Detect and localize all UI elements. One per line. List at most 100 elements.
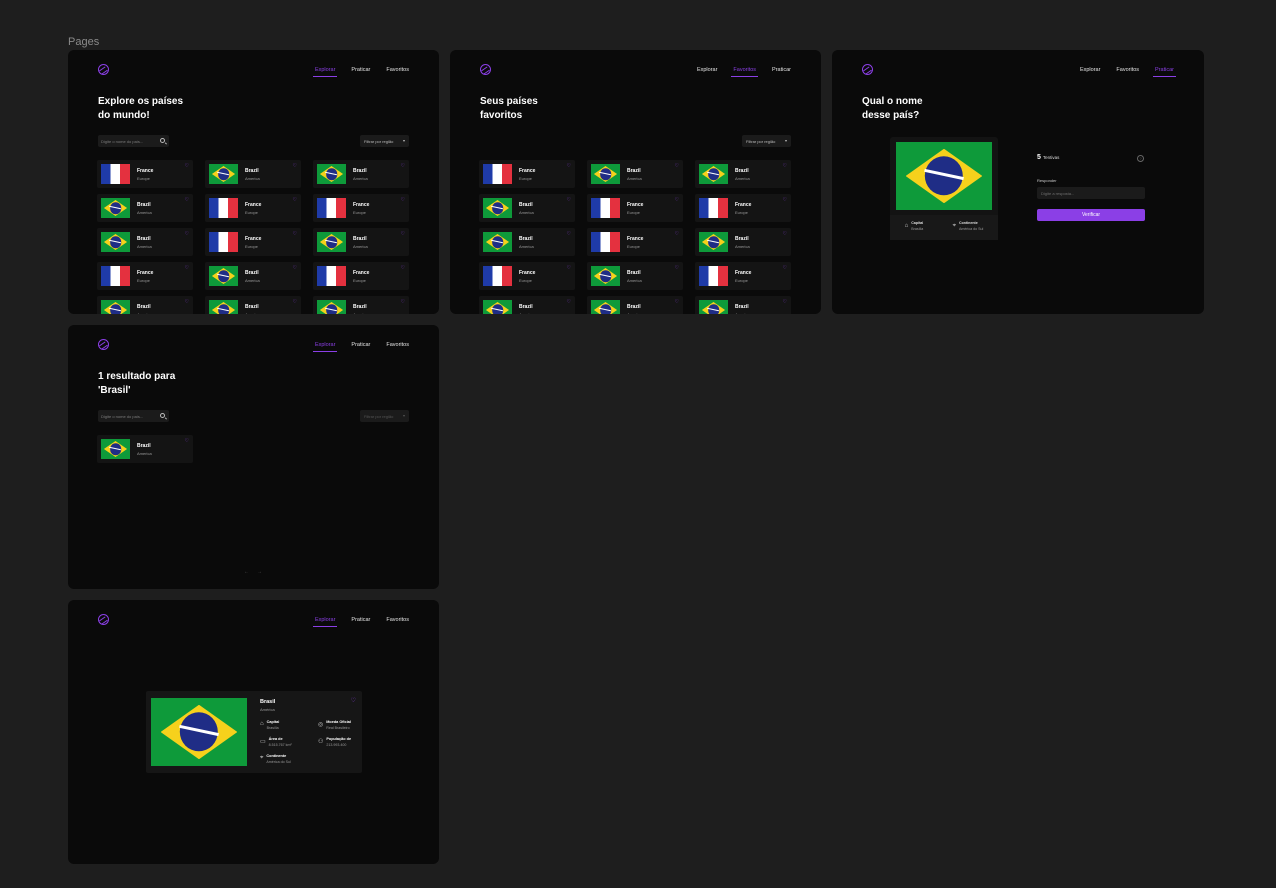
country-card[interactable]: France Europe ♡ [695,194,791,222]
heart-icon[interactable]: ♡ [675,231,679,237]
heart-icon[interactable]: ♡ [783,163,787,169]
country-card[interactable]: France Europe ♡ [587,228,683,256]
country-card[interactable]: France Europe ♡ [97,262,193,290]
heart-icon[interactable]: ♡ [185,265,189,271]
country-card[interactable]: Brazil America ♡ [97,194,193,222]
heart-icon[interactable]: ♡ [675,265,679,271]
heart-icon[interactable]: ♡ [567,299,571,305]
nav-explore[interactable]: Explorar [312,617,338,627]
nav-explore[interactable]: Explorar [312,67,338,77]
country-card[interactable]: Brazil America ♡ [205,160,301,188]
country-card[interactable]: Brazil America ♡ [313,160,409,188]
arrow-left-icon[interactable]: ← [244,569,249,575]
country-card[interactable]: Brazil America ♡ [695,160,791,188]
heart-icon[interactable]: ♡ [675,197,679,203]
heart-icon[interactable]: ♡ [351,697,356,704]
heart-icon[interactable]: ♡ [783,265,787,271]
country-card[interactable]: Brazil America ♡ [479,228,575,256]
nav-explore[interactable]: Explorar [697,67,717,73]
region-filter-select[interactable]: Filtrar por região ▾ [742,135,791,147]
heart-icon[interactable]: ♡ [401,197,405,203]
heart-icon[interactable]: ♡ [293,299,297,305]
country-card[interactable]: Brazil America ♡ [587,296,683,314]
heart-icon[interactable]: ♡ [675,163,679,169]
arrow-right-icon[interactable]: → [257,569,262,575]
help-circle-icon[interactable]: ? [1137,155,1144,162]
country-card[interactable]: France Europe ♡ [479,262,575,290]
nav-favorites[interactable]: Favoritos [386,342,409,348]
nav-practice[interactable]: Praticar [1153,67,1176,77]
globe-icon[interactable] [862,64,873,75]
search-placeholder: Digite o nome do país... [101,414,144,419]
nav-favorites[interactable]: Favoritos [1116,67,1139,73]
country-card[interactable]: Brazil America ♡ [97,435,193,463]
country-name: Brazil [245,304,259,310]
heart-icon[interactable]: ♡ [567,163,571,169]
country-card[interactable]: France Europe ♡ [313,262,409,290]
nav-practice[interactable]: Praticar [351,342,370,348]
heart-icon[interactable]: ♡ [185,231,189,237]
country-card[interactable]: Brazil America ♡ [695,228,791,256]
heart-icon[interactable]: ♡ [293,231,297,237]
nav-favorites[interactable]: Favoritos [731,67,758,77]
country-region: Europe [353,278,366,283]
heart-icon[interactable]: ♡ [185,197,189,203]
heart-icon[interactable]: ♡ [185,438,189,444]
title-line-1: 1 resultado para [98,371,176,382]
heart-icon[interactable]: ♡ [293,265,297,271]
search-input[interactable]: Digite o nome do país... [98,410,169,422]
nav-practice[interactable]: Praticar [772,67,791,73]
country-card[interactable]: Brazil America ♡ [313,228,409,256]
verify-button[interactable]: Verificar [1037,209,1145,221]
heart-icon[interactable]: ♡ [293,197,297,203]
globe-icon[interactable] [480,64,491,75]
heart-icon[interactable]: ♡ [675,299,679,305]
country-card[interactable]: Brazil America ♡ [313,296,409,314]
country-name: France [137,270,154,276]
heart-icon[interactable]: ♡ [567,231,571,237]
region-filter-select[interactable]: Filtrar por região ▾ [360,135,409,147]
heart-icon[interactable]: ♡ [401,231,405,237]
heart-icon[interactable]: ♡ [567,265,571,271]
country-card[interactable]: Brazil America ♡ [97,296,193,314]
country-card[interactable]: Brazil America ♡ [695,296,791,314]
country-card[interactable]: France Europe ♡ [313,194,409,222]
globe-icon[interactable] [98,614,109,625]
country-card[interactable]: France Europe ♡ [205,228,301,256]
heart-icon[interactable]: ♡ [783,299,787,305]
heart-icon[interactable]: ♡ [293,163,297,169]
country-card[interactable]: Brazil America ♡ [479,194,575,222]
heart-icon[interactable]: ♡ [567,197,571,203]
nav-practice[interactable]: Praticar [351,617,370,623]
country-region: America [519,244,534,249]
heart-icon[interactable]: ♡ [185,163,189,169]
country-card[interactable]: France Europe ♡ [587,194,683,222]
heart-icon[interactable]: ♡ [783,197,787,203]
region-filter-select[interactable]: Filtrar por região ▾ [360,410,409,422]
nav-favorites[interactable]: Favoritos [386,67,409,73]
heart-icon[interactable]: ♡ [401,299,405,305]
country-card[interactable]: Brazil America ♡ [587,160,683,188]
country-card[interactable]: France Europe ♡ [479,160,575,188]
nav-explore[interactable]: Explorar [312,342,338,352]
heart-icon[interactable]: ♡ [401,265,405,271]
country-card[interactable]: France Europe ♡ [97,160,193,188]
answer-input[interactable]: Digite a resposta... [1037,187,1145,199]
country-card[interactable]: France Europe ♡ [695,262,791,290]
country-card[interactable]: Brazil America ♡ [587,262,683,290]
heart-icon[interactable]: ♡ [185,299,189,305]
nav-favorites[interactable]: Favoritos [386,617,409,623]
heart-icon[interactable]: ♡ [401,163,405,169]
country-card[interactable]: France Europe ♡ [205,194,301,222]
search-input[interactable]: Digite o nome do país... [98,135,169,147]
nav-explore[interactable]: Explorar [1080,67,1100,73]
globe-icon[interactable] [98,339,109,350]
country-card[interactable]: Brazil America ♡ [205,262,301,290]
globe-icon[interactable] [98,64,109,75]
heart-icon[interactable]: ♡ [783,231,787,237]
country-card[interactable]: Brazil America ♡ [479,296,575,314]
frame-favorites: Explorar Favoritos Praticar Seus países … [450,50,821,314]
country-card[interactable]: Brazil America ♡ [97,228,193,256]
nav-practice[interactable]: Praticar [351,67,370,73]
country-card[interactable]: Brazil America ♡ [205,296,301,314]
